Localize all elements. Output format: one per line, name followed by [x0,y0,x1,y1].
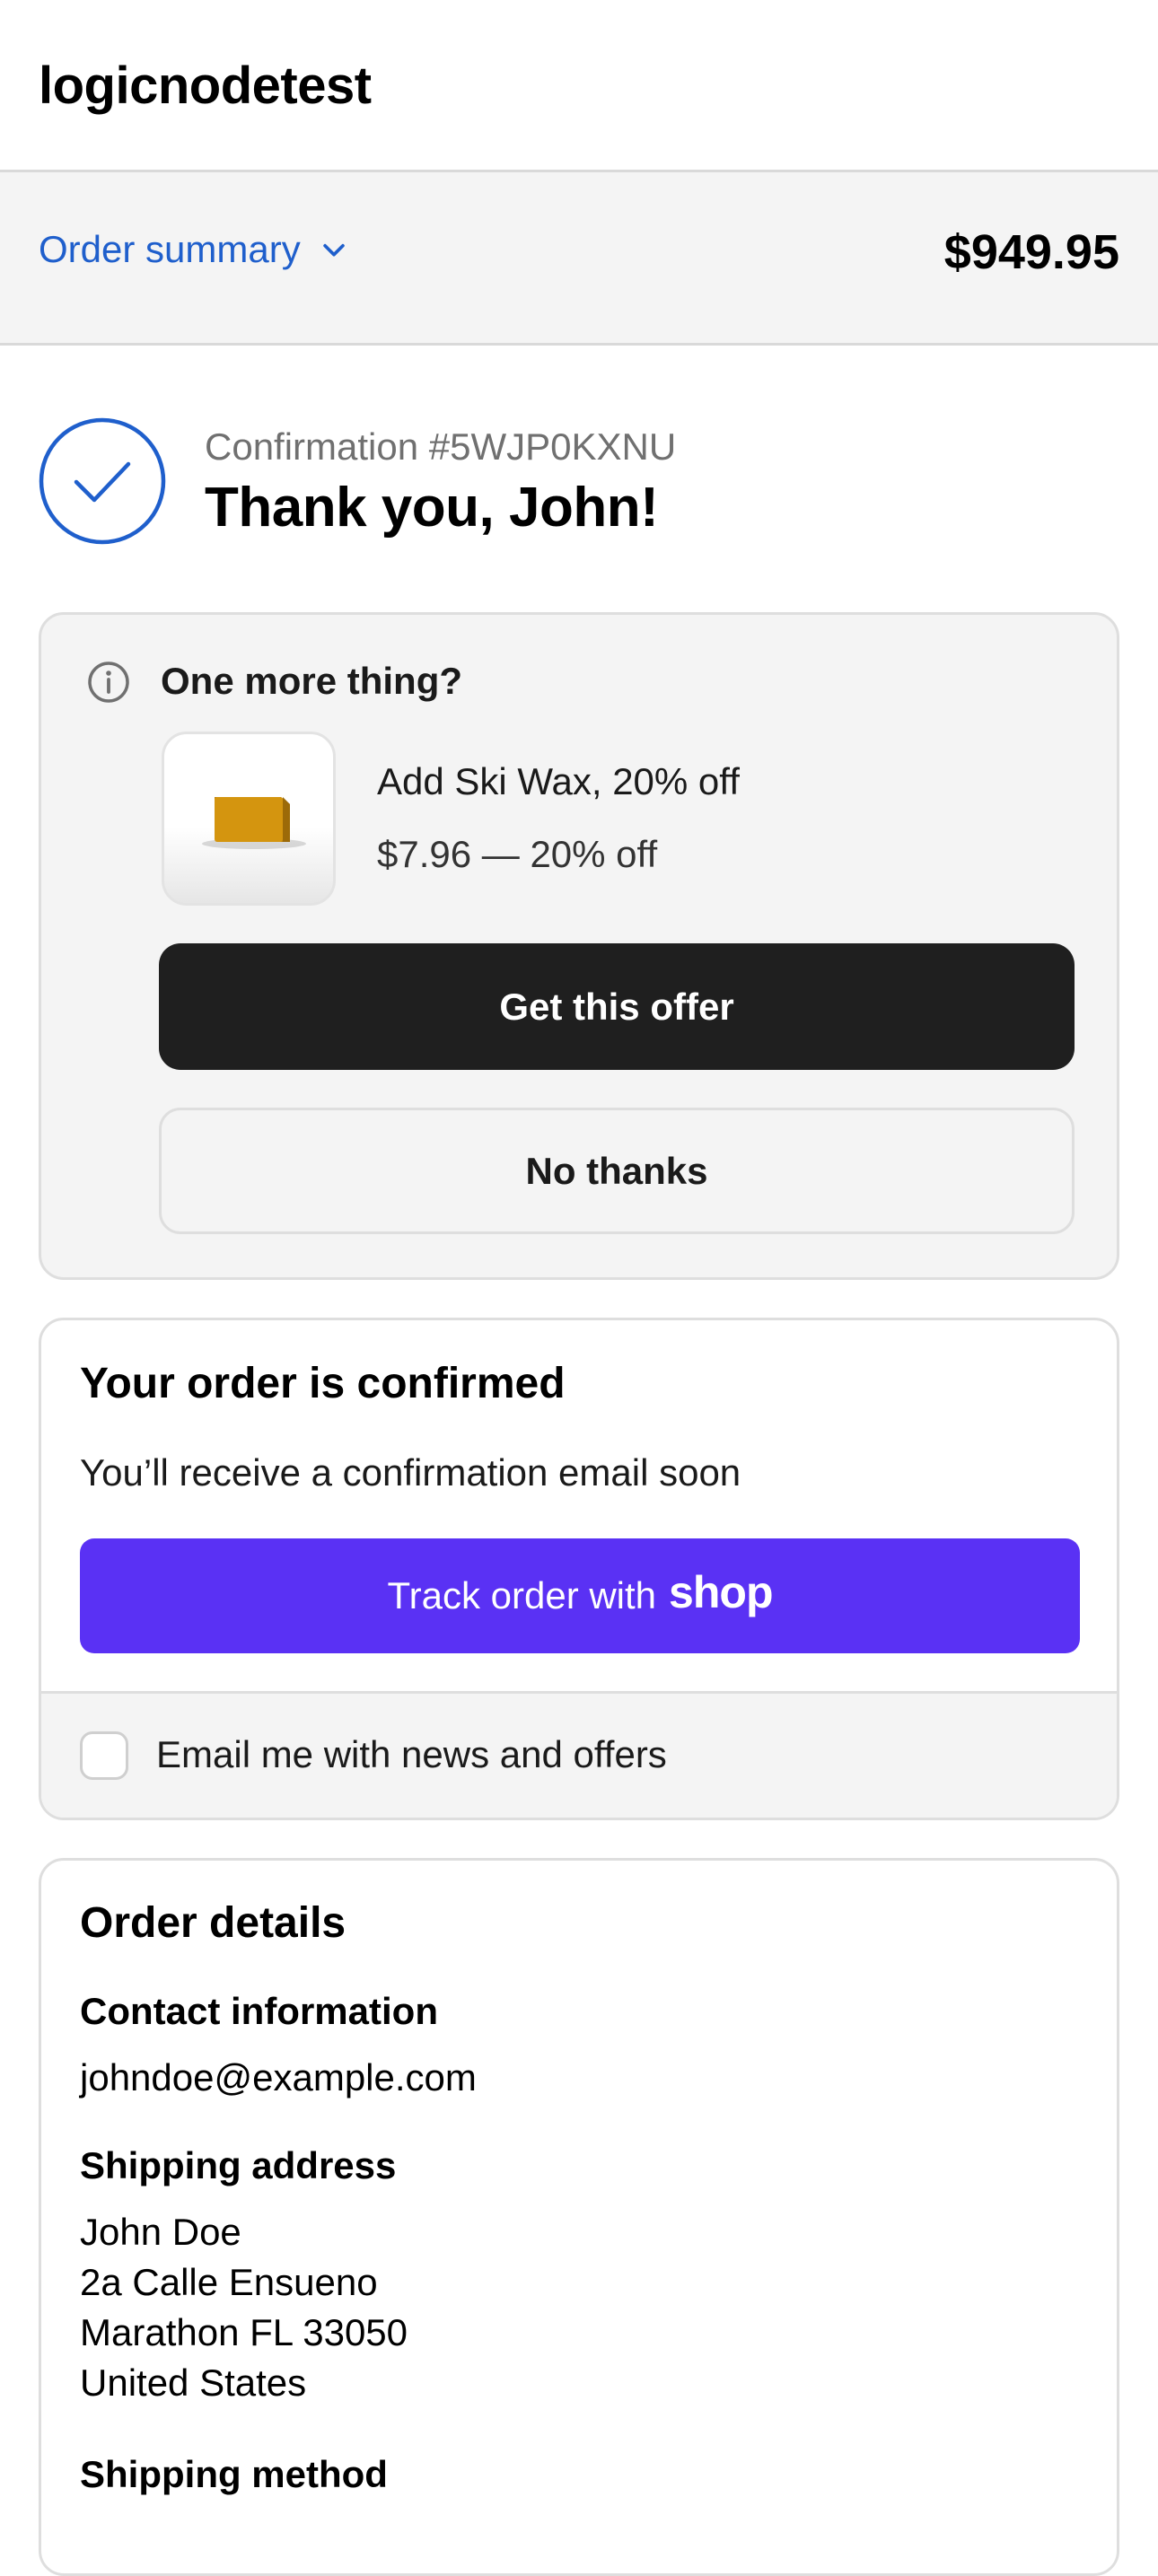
order-details-card: Order details Contact information johndo… [39,1858,1119,2576]
info-icon [88,662,129,703]
confirmation-email-message: You’ll receive a confirmation email soon [80,1451,741,1494]
shipping-address-country: United States [80,2361,307,2404]
track-order-label: Track order with [387,1574,657,1617]
shop-logo: shop [669,1567,773,1617]
product-thumbnail [162,732,336,906]
email-optin-row: Email me with news and offers [41,1691,1117,1818]
page-title: Thank you, John! [205,477,659,539]
contact-email: johndoe@example.com [80,2056,477,2098]
order-summary-toggle[interactable]: Order summary [39,228,349,271]
shipping-address-heading: Shipping address [80,2144,397,2186]
shipping-address-city: Marathon FL 33050 [80,2311,408,2353]
order-summary-label: Order summary [39,228,301,270]
email-optin-label[interactable]: Email me with news and offers [156,1733,667,1776]
shipping-method-heading: Shipping method [80,2453,388,2495]
order-confirmed-title: Your order is confirmed [80,1360,566,1407]
track-order-button[interactable]: Track order with shop [80,1538,1080,1653]
shipping-address-street: 2a Calle Ensueno [80,2261,378,2303]
upsell-offer-card: One more thing? Add Ski Wax, 20% off $7.… [39,612,1119,1280]
shipping-address-name: John Doe [80,2211,241,2253]
order-total: $949.95 [943,225,1119,279]
confirmation-number: Confirmation #5WJP0KXNU [205,425,677,468]
check-circle-icon [39,417,166,545]
chevron-down-icon [322,243,345,257]
ski-wax-image [202,797,306,849]
order-summary-bar: Order summary $949.95 [0,172,1158,346]
store-name[interactable]: logicnodetest [39,56,372,116]
email-optin-checkbox[interactable] [80,1731,128,1780]
contact-info-heading: Contact information [80,1990,438,2032]
order-confirmed-card: Your order is confirmed You’ll receive a… [39,1318,1119,1820]
get-offer-button[interactable]: Get this offer [159,943,1075,1070]
upsell-product-price: $7.96 — 20% off [377,833,658,875]
no-thanks-button[interactable]: No thanks [159,1108,1075,1234]
upsell-product-name: Add Ski Wax, 20% off [377,760,740,802]
store-header: logicnodetest [0,0,1158,172]
upsell-title: One more thing? [161,660,462,702]
order-details-title: Order details [80,1899,347,1947]
